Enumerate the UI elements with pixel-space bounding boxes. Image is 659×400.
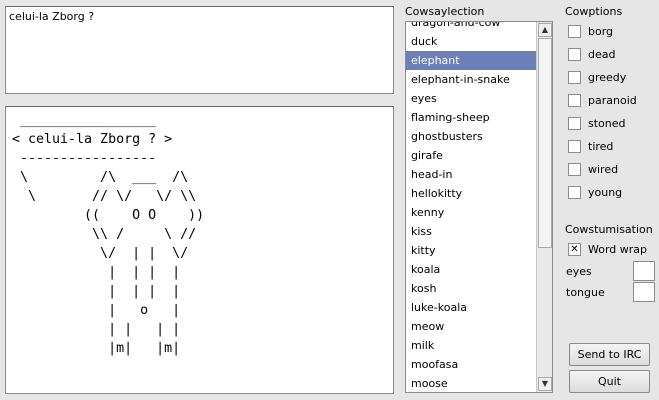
cow-list[interactable]: dragon-and-cow duck elephant elephant-in-sn… [405, 21, 553, 393]
scroll-thumb[interactable] [538, 38, 552, 248]
cowptions-title: Cowptions [565, 5, 623, 18]
option-paranoid[interactable]: paranoid [568, 92, 637, 108]
cow-list-item[interactable]: elephant [406, 51, 536, 70]
option-checkbox[interactable] [568, 47, 581, 61]
option-tired[interactable]: tired [568, 138, 613, 154]
option-checkbox[interactable] [568, 185, 581, 199]
word-wrap-option[interactable]: Word wrap [568, 241, 647, 257]
cowstumisation-title: Cowstumisation [565, 223, 653, 236]
option-label: wired [588, 162, 619, 176]
option-label: greedy [588, 70, 627, 84]
option-greedy[interactable]: greedy [568, 69, 626, 85]
option-borg[interactable]: borg [568, 23, 613, 39]
cow-list-item[interactable]: flaming-sheep [406, 108, 536, 127]
cow-list-item[interactable]: duck [406, 32, 536, 51]
option-label: young [588, 185, 623, 199]
send-to-irc-button[interactable]: Send to IRC [569, 343, 650, 366]
tongue-field[interactable] [633, 282, 655, 302]
cow-list-item[interactable]: koala [406, 260, 536, 279]
cow-list-items: dragon-and-cow duck elephant elephant-in-sn… [406, 22, 536, 392]
cowselection-title: Cowsaylection [405, 5, 485, 18]
cow-list-item[interactable]: kosh [406, 279, 536, 298]
option-label: stoned [588, 116, 626, 130]
option-label: paranoid [588, 93, 637, 107]
option-checkbox[interactable] [568, 24, 581, 38]
option-label: borg [588, 24, 614, 38]
word-wrap-label: Word wrap [588, 242, 648, 256]
word-wrap-checkbox[interactable] [568, 242, 581, 256]
option-stoned[interactable]: stoned [568, 115, 626, 131]
cow-list-item[interactable]: kiss [406, 222, 536, 241]
option-checkbox[interactable] [568, 162, 581, 176]
tongue-label: tongue [566, 286, 605, 299]
cow-list-item[interactable]: kenny [406, 203, 536, 222]
cow-list-item[interactable]: eyes [406, 89, 536, 108]
eyes-field[interactable] [633, 261, 655, 281]
cow-list-item[interactable]: meow [406, 317, 536, 336]
option-young[interactable]: young [568, 184, 622, 200]
option-checkbox[interactable] [568, 139, 581, 153]
option-dead[interactable]: dead [568, 46, 615, 62]
message-input[interactable]: celui-la Zborg ? [5, 6, 394, 94]
cow-list-item[interactable]: elephant-in-snake [406, 70, 536, 89]
option-checkbox[interactable] [568, 70, 581, 84]
option-wired[interactable]: wired [568, 161, 618, 177]
cow-list-item[interactable]: dragon-and-cow [406, 22, 536, 32]
cow-list-item[interactable]: milk [406, 336, 536, 355]
cow-list-item[interactable]: moofasa [406, 355, 536, 374]
cow-list-item[interactable]: girafe [406, 146, 536, 165]
quit-button[interactable]: Quit [569, 370, 650, 393]
cow-list-item[interactable]: ghostbusters [406, 127, 536, 146]
option-label: dead [588, 47, 616, 61]
cow-list-scrollbar[interactable]: ▲ ▼ [536, 22, 552, 392]
cow-list-item[interactable]: head-in [406, 165, 536, 184]
scroll-down-icon[interactable]: ▼ [538, 377, 552, 391]
cow-list-item[interactable]: kitty [406, 241, 536, 260]
cow-output: _________________ < celui-la Zborg ? > -… [5, 106, 394, 394]
option-label: tired [588, 139, 614, 153]
cow-list-item[interactable]: hellokitty [406, 184, 536, 203]
option-checkbox[interactable] [568, 116, 581, 130]
option-checkbox[interactable] [568, 93, 581, 107]
eyes-label: eyes [566, 265, 592, 278]
cow-art: _________________ < celui-la Zborg ? > -… [12, 113, 205, 356]
scroll-up-icon[interactable]: ▲ [538, 23, 552, 37]
cow-list-item[interactable]: moose [406, 374, 536, 392]
cow-list-item[interactable]: luke-koala [406, 298, 536, 317]
